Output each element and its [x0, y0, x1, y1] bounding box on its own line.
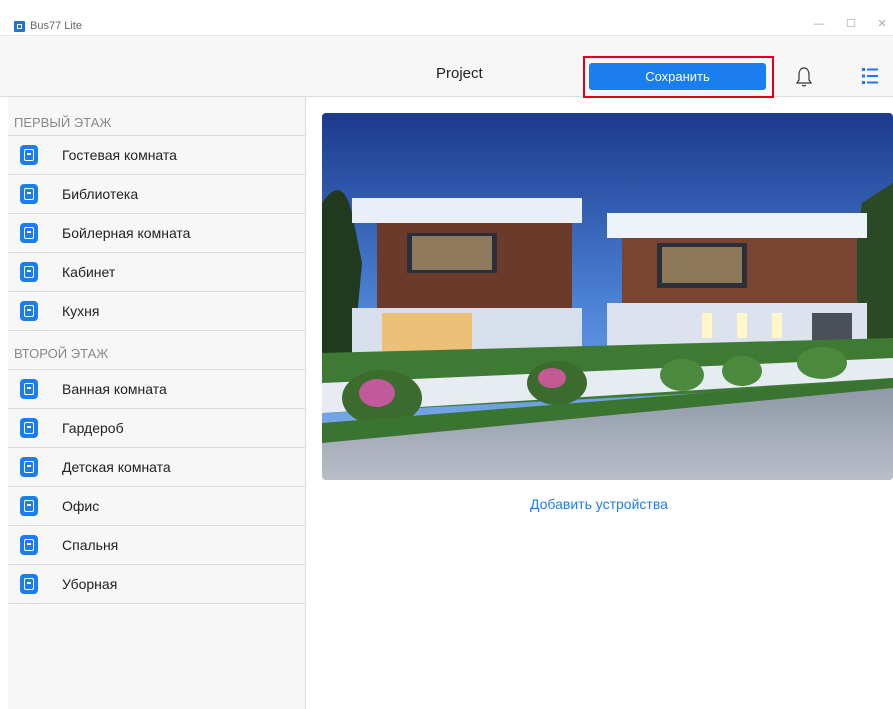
bell-icon[interactable]: [795, 66, 813, 88]
room-label: Библиотека: [62, 186, 139, 202]
close-button[interactable]: ✕: [871, 16, 893, 32]
room-item-cabinet[interactable]: Кабинет: [8, 253, 305, 292]
room-label: Уборная: [62, 576, 118, 592]
room-label: Кухня: [62, 303, 100, 319]
bedroom-icon: [20, 535, 38, 555]
room-item-bathroom[interactable]: Ванная комната: [8, 370, 305, 409]
top-toolbar: Project Сохранить: [0, 37, 893, 98]
library-icon: [20, 184, 38, 204]
room-item-office[interactable]: Офис: [8, 487, 305, 526]
bathroom-icon: [20, 379, 38, 399]
room-item-wardrobe[interactable]: Гардероб: [8, 409, 305, 448]
room-label: Офис: [62, 498, 100, 514]
add-devices-link[interactable]: Добавить устройства: [530, 496, 668, 512]
room-label: Детская комната: [62, 459, 171, 475]
section-header-first-floor: ПЕРВЫЙ ЭТАЖ: [8, 97, 305, 136]
room-label: Ванная комната: [62, 381, 167, 397]
rooms-sidebar: ПЕРВЫЙ ЭТАЖ Гостевая комната Библиотека …: [8, 97, 306, 709]
save-button[interactable]: Сохранить: [589, 63, 766, 90]
section-header-second-floor: ВТОРОЙ ЭТАЖ: [8, 331, 305, 370]
room-item-bedroom[interactable]: Спальня: [8, 526, 305, 565]
room-label: Гостевая комната: [62, 147, 177, 163]
restroom-icon: [20, 574, 38, 594]
maximize-button[interactable]: ☐: [840, 16, 862, 32]
cabinet-icon: [20, 262, 38, 282]
room-label: Кабинет: [62, 264, 116, 280]
room-item-guest-room[interactable]: Гостевая комната: [8, 136, 305, 175]
kitchen-icon: [20, 301, 38, 321]
room-item-restroom[interactable]: Уборная: [8, 565, 305, 604]
app-title: Bus77 Lite: [30, 20, 82, 32]
minimize-button[interactable]: —: [808, 16, 830, 32]
house-photo: [322, 113, 893, 480]
room-label: Гардероб: [62, 420, 124, 436]
kids-room-icon: [20, 457, 38, 477]
office-icon: [20, 496, 38, 516]
room-item-boiler-room[interactable]: Бойлерная комната: [8, 214, 305, 253]
list-icon[interactable]: [861, 67, 879, 85]
wardrobe-icon: [20, 418, 38, 438]
app-logo-icon: [14, 21, 25, 32]
room-label: Бойлерная комната: [62, 225, 191, 241]
boiler-room-icon: [20, 223, 38, 243]
guest-room-icon: [20, 145, 38, 165]
window-titlebar: Bus77 Lite — ☐ ✕: [0, 0, 893, 36]
room-item-library[interactable]: Библиотека: [8, 175, 305, 214]
room-label: Спальня: [62, 537, 119, 553]
room-item-kids-room[interactable]: Детская комната: [8, 448, 305, 487]
room-item-kitchen[interactable]: Кухня: [8, 292, 305, 331]
project-title: Project: [436, 65, 483, 82]
